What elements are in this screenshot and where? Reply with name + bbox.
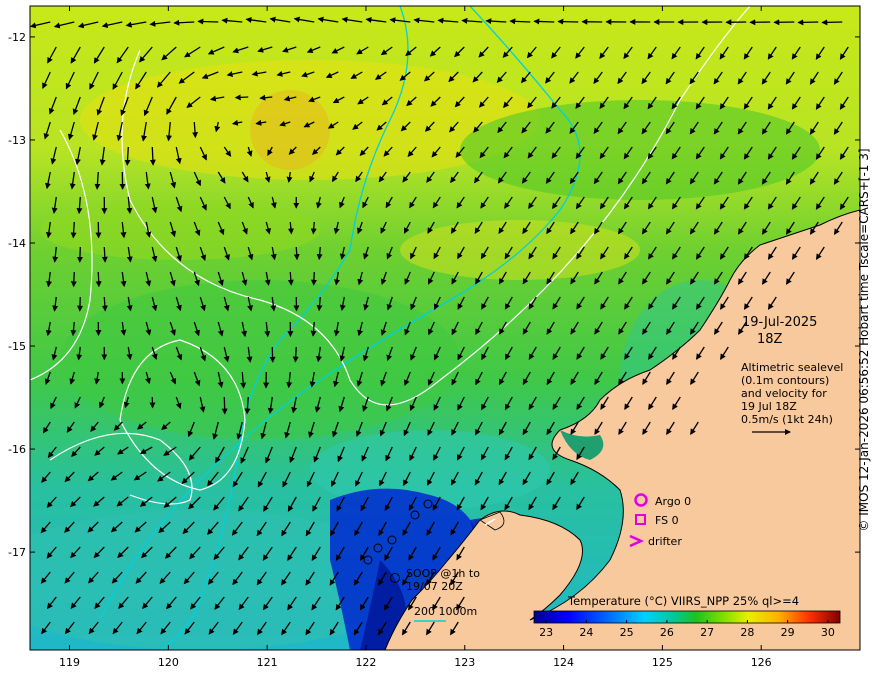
annotation-line-1: Altimetric sealevel bbox=[741, 361, 843, 374]
velocity-arrow bbox=[533, 18, 555, 25]
velocity-arrow bbox=[797, 19, 819, 26]
credit-text: © IMOS 12-Jan-2026 06:56:52 Hobart time … bbox=[857, 148, 871, 532]
velocity-arrow bbox=[821, 19, 843, 26]
colorbar-tick-label: 28 bbox=[740, 626, 754, 639]
colorbar-title: Temperature (°C) VIIRS_NPP 25% ql>=4 bbox=[567, 594, 799, 608]
y-tick-label: -15 bbox=[8, 340, 26, 353]
colorbar-tick-label: 23 bbox=[539, 626, 553, 639]
colorbar-tick-label: 26 bbox=[660, 626, 674, 639]
velocity-arrow bbox=[287, 271, 294, 286]
x-tick-label: 125 bbox=[652, 656, 673, 669]
colorbar-tick-label: 30 bbox=[821, 626, 835, 639]
annotation-line-2: (0.1m contours) bbox=[741, 374, 829, 387]
annotation-line-4: 19 Jul 18Z bbox=[741, 400, 797, 413]
warm-band-mid bbox=[400, 220, 640, 280]
annotation-line-3: and velocity for bbox=[741, 387, 827, 400]
velocity-arrow bbox=[70, 271, 77, 288]
velocity-arrow bbox=[293, 246, 300, 261]
colorbar bbox=[533, 610, 841, 624]
velocity-arrow bbox=[149, 146, 156, 166]
y-tick-label: -14 bbox=[8, 237, 26, 250]
y-tick-label: -17 bbox=[8, 546, 26, 559]
x-tick-label: 122 bbox=[355, 656, 376, 669]
x-tick-label: 121 bbox=[257, 656, 278, 669]
annotation-line-5: 0.5m/s (1kt 24h) bbox=[741, 413, 833, 426]
green-zone bbox=[60, 280, 460, 440]
x-tick-label: 119 bbox=[59, 656, 80, 669]
annotation-time: 18Z bbox=[757, 332, 783, 347]
cool-band-east bbox=[460, 100, 820, 200]
velocity-arrow bbox=[197, 18, 219, 25]
velocity-arrow bbox=[292, 346, 299, 363]
warm-patch bbox=[250, 90, 330, 170]
x-tick-label: 126 bbox=[751, 656, 772, 669]
legend-drifter: drifter bbox=[648, 535, 682, 548]
depth-legend-label: 200 1000m bbox=[414, 605, 477, 618]
velocity-arrow bbox=[95, 271, 102, 288]
velocity-arrow bbox=[221, 396, 228, 415]
x-tick-label: 123 bbox=[454, 656, 475, 669]
map-body bbox=[30, 6, 860, 650]
legend-fs: FS 0 bbox=[655, 514, 679, 527]
colorbar-tick-label: 27 bbox=[700, 626, 714, 639]
velocity-arrow bbox=[310, 271, 317, 286]
velocity-arrow bbox=[557, 18, 579, 25]
x-tick-label: 120 bbox=[158, 656, 179, 669]
legend-argo: Argo 0 bbox=[655, 495, 691, 508]
colorbar-tick-label: 29 bbox=[781, 626, 795, 639]
y-tick-label: -16 bbox=[8, 443, 26, 456]
colorbar-tick-label: 25 bbox=[620, 626, 634, 639]
soop-line-2: 19/07 20Z bbox=[406, 580, 463, 593]
sst-map: 119 120 121 122 123 124 125 126 -12 -13 -14 -15 -16… bbox=[8, 5, 861, 669]
soop-line-1: SOOP @1h to bbox=[406, 567, 480, 580]
velocity-arrow bbox=[234, 94, 249, 101]
annotation-date: 19-Jul-2025 bbox=[742, 315, 817, 330]
velocity-arrow bbox=[101, 246, 108, 263]
y-tick-label: -13 bbox=[8, 134, 26, 147]
y-tick-label: -12 bbox=[8, 31, 26, 44]
velocity-arrow bbox=[509, 18, 531, 25]
colorbar-tick-label: 24 bbox=[579, 626, 593, 639]
x-tick-label: 124 bbox=[553, 656, 574, 669]
velocity-arrow bbox=[101, 296, 108, 312]
